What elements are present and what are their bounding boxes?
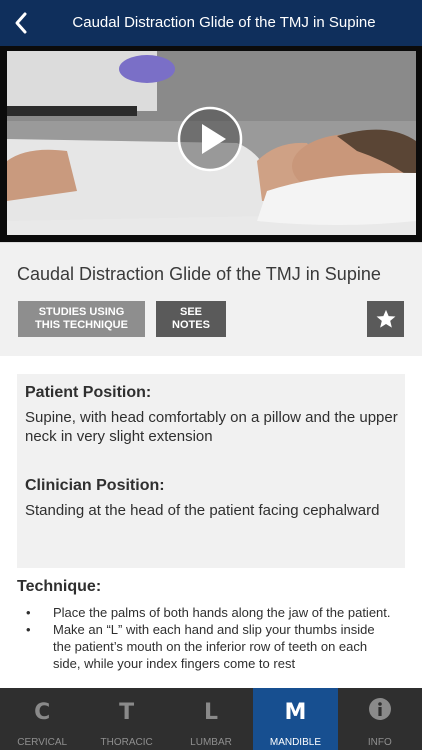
step-text: Place the palms of both hands along the … [53, 605, 391, 620]
video-player[interactable] [0, 46, 422, 242]
technique-title: Caudal Distraction Glide of the TMJ in S… [17, 264, 381, 284]
page-title: Caudal Distraction Glide of the TMJ in S… [72, 14, 376, 31]
see-notes-label: SEE NOTES [172, 306, 210, 331]
navigation-bar: Caudal Distraction Glide of the TMJ in S… [0, 0, 422, 46]
tab-label: INFO [367, 737, 392, 748]
technique-heading: Technique: [17, 578, 102, 595]
technique-steps: • Place the palms of both hands along the… [24, 604, 396, 672]
back-chevron-icon[interactable] [8, 9, 34, 37]
thoracic-icon: T [119, 700, 135, 725]
see-notes-button[interactable]: SEE NOTES [156, 301, 226, 337]
studies-button[interactable]: STUDIES USING THIS TECHNIQUE [18, 301, 145, 337]
info-icon [338, 696, 422, 728]
step-text: Make an “L” with each hand and slip your… [53, 622, 375, 671]
studies-button-label: STUDIES USING THIS TECHNIQUE [35, 306, 128, 331]
tab-label: THORACIC [100, 737, 153, 748]
list-item: • Place the palms of both hands along the… [26, 605, 391, 620]
favorite-button[interactable] [367, 301, 404, 337]
lumbar-icon: L [204, 700, 219, 725]
patient-position-text: Supine, with head comfortably on a pillo… [25, 409, 398, 445]
technique-header [0, 242, 422, 356]
list-item: • Make an “L” with each hand and slip you… [26, 622, 375, 671]
tab-bar: C CERVICAL T THORACIC L LUMBAR M MANDIBL… [0, 688, 422, 750]
tab-info[interactable]: INFO [338, 688, 422, 750]
tab-thoracic[interactable]: T THORACIC [84, 688, 168, 750]
mandible-icon: M [284, 700, 307, 725]
tab-cervical[interactable]: C CERVICAL [0, 688, 84, 750]
clinician-position-heading: Clinician Position: [25, 477, 165, 494]
tab-mandible[interactable]: M MANDIBLE [253, 688, 338, 750]
tab-label: MANDIBLE [269, 737, 321, 748]
clinician-position-text: Standing at the head of the patient faci… [25, 502, 380, 519]
tab-label: LUMBAR [190, 737, 232, 748]
cervical-icon: C [34, 700, 51, 725]
tab-label: CERVICAL [17, 737, 68, 748]
tab-lumbar[interactable]: L LUMBAR [169, 688, 253, 750]
patient-position-heading: Patient Position: [25, 384, 152, 401]
star-icon [376, 309, 395, 328]
play-icon[interactable] [177, 106, 243, 172]
position-panel: Patient Position: Supine, with head comf… [17, 374, 405, 568]
